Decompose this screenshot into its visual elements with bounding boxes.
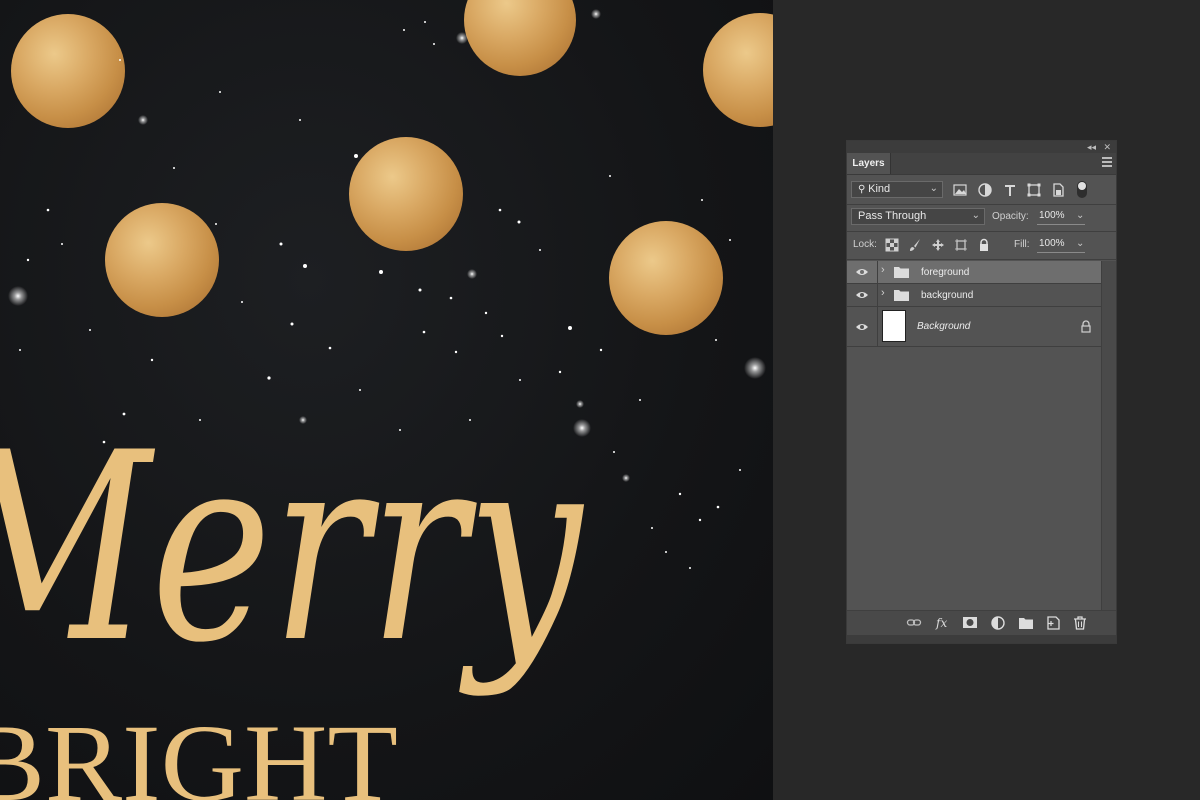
lock-transparency-icon[interactable] — [885, 238, 899, 252]
chevron-down-icon: ⌄ — [971, 210, 980, 221]
layer-row-background-group[interactable]: › background — [847, 284, 1102, 307]
new-group-icon[interactable] — [1018, 615, 1034, 631]
tab-layers[interactable]: Layers — [847, 153, 891, 174]
collapse-panel-icon[interactable]: ◂◂ — [1087, 141, 1096, 153]
canvas-text-bright: BRIGHT — [0, 702, 398, 800]
panel-menu-icon[interactable] — [1102, 157, 1112, 169]
layer-thumbnail — [882, 310, 906, 342]
gold-ornament — [349, 137, 463, 251]
lock-all-icon[interactable] — [977, 238, 991, 252]
canvas-artwork: Merry BRIGHT — [0, 0, 773, 800]
gold-ornament — [609, 221, 723, 335]
layer-row-foreground[interactable]: › foreground — [847, 261, 1102, 284]
delete-layer-icon[interactable] — [1072, 615, 1088, 631]
close-panel-icon[interactable]: ✕ — [1103, 141, 1111, 153]
type-filter-icon[interactable] — [1002, 182, 1018, 198]
eye-icon[interactable] — [855, 267, 869, 277]
adjustment-layer-icon[interactable] — [990, 615, 1006, 631]
gold-ornament — [105, 203, 219, 317]
layers-panel: ◂◂ ✕ Layers ⚲ Kind ⌄ Pass Through ⌄ Opac… — [846, 140, 1117, 644]
blend-mode-dropdown[interactable]: Pass Through ⌄ — [851, 208, 985, 225]
adjustment-filter-icon[interactable] — [977, 182, 993, 198]
new-layer-icon[interactable] — [1045, 615, 1061, 631]
link-layers-icon[interactable] — [906, 615, 922, 631]
layer-name: Background — [917, 321, 971, 332]
layer-row-background[interactable]: Background — [847, 307, 1102, 347]
document-canvas[interactable]: Merry BRIGHT — [0, 0, 773, 800]
svg-text:fx: fx — [935, 616, 947, 630]
search-icon: ⚲ — [858, 184, 869, 195]
canvas-text-merry: Merry — [0, 398, 585, 700]
layers-scrollbar[interactable] — [1101, 261, 1116, 611]
blend-mode-value: Pass Through — [858, 210, 927, 222]
chevron-down-icon: ⌄ — [929, 183, 938, 194]
lock-position-icon[interactable] — [931, 238, 945, 252]
layer-lock-icon — [1081, 320, 1091, 333]
smart-object-filter-icon[interactable] — [1050, 182, 1066, 198]
eye-icon[interactable] — [855, 290, 869, 300]
blend-row: Pass Through ⌄ Opacity: 100% ⌄ — [847, 207, 1116, 227]
eye-icon[interactable] — [855, 322, 869, 332]
gold-ornament — [11, 14, 125, 128]
folder-icon — [894, 267, 909, 278]
layer-name: foreground — [921, 267, 970, 278]
shape-filter-icon[interactable] — [1026, 182, 1042, 198]
fx-icon[interactable]: fx — [935, 615, 951, 631]
lock-artboard-icon[interactable] — [954, 238, 968, 252]
opacity-label: Opacity: — [992, 211, 1029, 222]
chevron-right-icon[interactable]: › — [881, 287, 885, 299]
gold-ornament — [464, 0, 576, 76]
filter-kind-dropdown[interactable]: ⚲ Kind ⌄ — [851, 181, 943, 198]
chevron-right-icon[interactable]: › — [881, 264, 885, 276]
add-mask-icon[interactable] — [962, 615, 978, 631]
opacity-chevron-icon[interactable]: ⌄ — [1076, 210, 1084, 221]
pixel-filter-icon[interactable] — [952, 182, 968, 198]
filter-toggle-switch[interactable] — [1077, 181, 1087, 198]
filter-kind-label: Kind — [868, 183, 891, 195]
layer-name: background — [921, 290, 974, 301]
lock-label: Lock: — [853, 239, 877, 250]
panel-tab-bar: Layers — [847, 153, 1116, 175]
lock-pixels-brush-icon[interactable] — [908, 238, 922, 252]
panel-title-bar[interactable]: ◂◂ ✕ — [847, 141, 1116, 153]
layers-footer: fx — [847, 610, 1116, 635]
folder-icon — [894, 290, 909, 301]
fill-label: Fill: — [1014, 239, 1030, 250]
gold-ornament — [703, 13, 773, 127]
lock-row: Lock: Fill: 100% ⌄ — [847, 235, 1116, 255]
filter-row: ⚲ Kind ⌄ — [847, 180, 1116, 200]
fill-chevron-icon[interactable]: ⌄ — [1076, 238, 1084, 249]
panel-resize-handle[interactable] — [847, 635, 1116, 643]
